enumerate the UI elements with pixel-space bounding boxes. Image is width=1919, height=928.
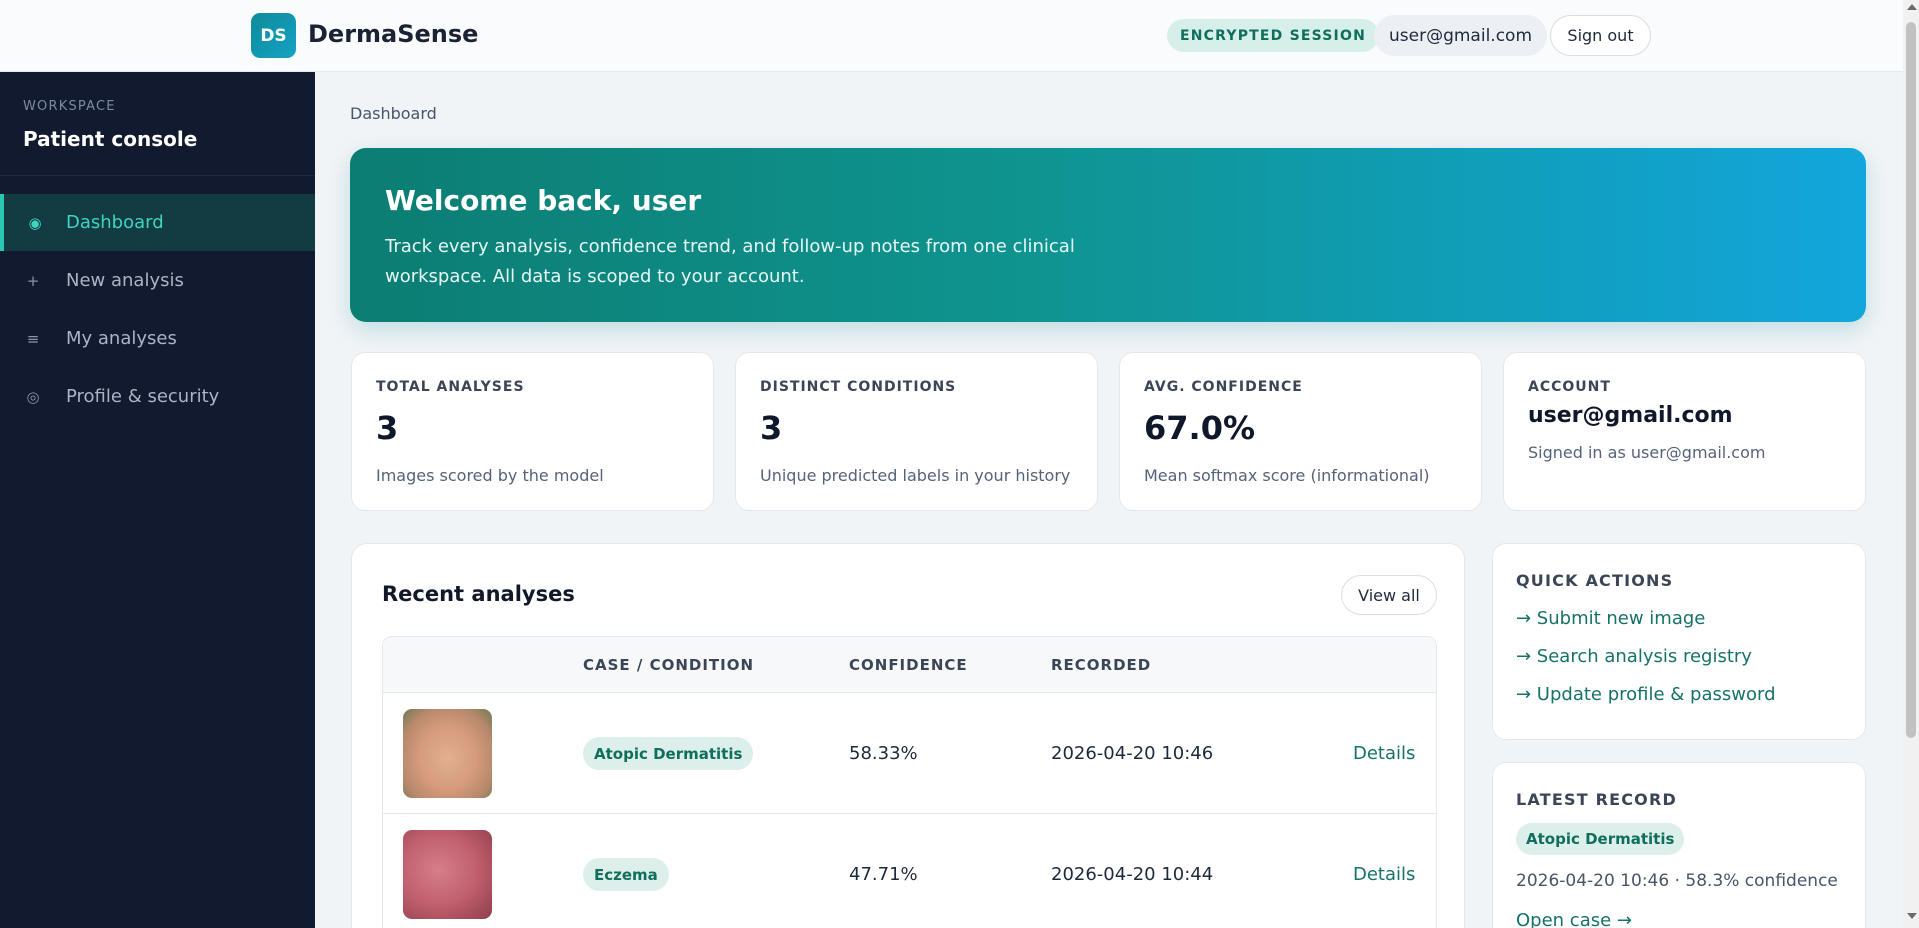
sidebar-divider <box>0 175 315 176</box>
condition-badge: Atopic Dermatitis <box>583 737 754 770</box>
recent-analyses-panel: Recent analyses View all CASE / CONDITIO… <box>351 543 1465 928</box>
sidebar-item-my-analyses[interactable]: ≡ My analyses <box>0 310 315 367</box>
profile-icon: ◎ <box>26 387 40 406</box>
sign-out-button[interactable]: Sign out <box>1550 15 1651 56</box>
encrypted-session-badge: ENCRYPTED SESSION <box>1167 19 1379 52</box>
search-registry-link[interactable]: → Search analysis registry <box>1516 646 1752 667</box>
brand-name: DermaSense <box>308 20 479 48</box>
confidence-value: 47.71% <box>849 864 918 885</box>
column-header-confidence: CONFIDENCE <box>849 656 968 674</box>
logo-badge: DS <box>251 13 296 58</box>
stat-label: DISTINCT CONDITIONS <box>760 379 957 395</box>
stat-card-distinct-conditions: DISTINCT CONDITIONS 3 Unique predicted l… <box>735 352 1098 511</box>
dashboard-icon: ◉ <box>28 213 42 232</box>
top-bar: DS DermaSense ENCRYPTED SESSION user@gma… <box>0 0 1903 72</box>
table-row: Atopic Dermatitis 58.33% 2026-04-20 10:4… <box>383 693 1436 814</box>
stat-label: TOTAL ANALYSES <box>376 379 525 395</box>
stat-card-avg-confidence: AVG. CONFIDENCE 67.0% Mean softmax score… <box>1119 352 1482 511</box>
column-header-condition: CASE / CONDITION <box>583 656 755 674</box>
stat-value: 3 <box>376 409 399 447</box>
stat-subtext: Unique predicted labels in your history <box>760 466 1071 485</box>
confidence-value: 58.33% <box>849 743 918 764</box>
recorded-timestamp: 2026-04-20 10:44 <box>1051 864 1214 885</box>
scroll-down-arrow-icon[interactable] <box>1907 913 1917 919</box>
latest-record-title: LATEST RECORD <box>1516 790 1677 809</box>
condition-badge: Atopic Dermatitis <box>1516 823 1685 855</box>
table-row: Eczema 47.71% 2026-04-20 10:44 Details <box>383 814 1436 928</box>
stat-value: 3 <box>760 409 783 447</box>
stat-subtext: Mean softmax score (informational) <box>1144 466 1430 485</box>
account-email: user@gmail.com <box>1528 403 1733 428</box>
stat-label: AVG. CONFIDENCE <box>1144 379 1303 395</box>
list-icon: ≡ <box>26 329 40 348</box>
view-all-button[interactable]: View all <box>1341 575 1437 615</box>
sidebar-item-label: Profile & security <box>66 386 220 407</box>
page-scrollbar[interactable] <box>1903 0 1919 928</box>
welcome-title: Welcome back, user <box>385 184 702 217</box>
sidebar-item-label: My analyses <box>66 328 177 349</box>
scroll-up-arrow-icon[interactable] <box>1907 4 1917 10</box>
stat-card-account: ACCOUNT user@gmail.com Signed in as user… <box>1503 352 1866 511</box>
workspace-title: Patient console <box>23 127 198 151</box>
details-link[interactable]: Details <box>1353 864 1415 885</box>
lesion-thumbnail[interactable] <box>403 830 492 919</box>
user-email-pill: user@gmail.com <box>1374 15 1548 56</box>
panel-title: Recent analyses <box>382 582 575 606</box>
sidebar-item-label: Dashboard <box>66 212 164 233</box>
welcome-text: Track every analysis, confidence trend, … <box>385 236 1075 287</box>
breadcrumb: Dashboard <box>350 104 437 123</box>
workspace-label: WORKSPACE <box>23 99 116 114</box>
stat-card-total-analyses: TOTAL ANALYSES 3 Images scored by the mo… <box>351 352 714 511</box>
table-header: CASE / CONDITION CONFIDENCE RECORDED <box>383 637 1436 693</box>
latest-record-card: LATEST RECORD Atopic Dermatitis 2026-04-… <box>1492 762 1866 928</box>
scroll-thumb[interactable] <box>1906 22 1916 738</box>
submit-new-image-link[interactable]: → Submit new image <box>1516 608 1705 629</box>
plus-icon: + <box>26 271 40 290</box>
quick-actions-title: QUICK ACTIONS <box>1516 571 1674 590</box>
welcome-banner: Welcome back, user Track every analysis,… <box>350 148 1866 322</box>
quick-actions-card: QUICK ACTIONS → Submit new image → Searc… <box>1492 543 1866 740</box>
analyses-table: CASE / CONDITION CONFIDENCE RECORDED Ato… <box>382 636 1437 928</box>
column-header-recorded: RECORDED <box>1051 656 1152 674</box>
sidebar-item-dashboard[interactable]: ◉ Dashboard <box>0 194 315 251</box>
stat-value: 67.0% <box>1144 409 1256 447</box>
update-profile-link[interactable]: → Update profile & password <box>1516 684 1776 705</box>
recorded-timestamp: 2026-04-20 10:46 <box>1051 743 1214 764</box>
stat-subtext: Signed in as user@gmail.com <box>1528 443 1766 462</box>
sidebar-item-profile-security[interactable]: ◎ Profile & security <box>0 368 315 425</box>
details-link[interactable]: Details <box>1353 743 1415 764</box>
sidebar-item-label: New analysis <box>66 270 184 291</box>
stat-subtext: Images scored by the model <box>376 466 604 485</box>
latest-record-meta: 2026-04-20 10:46 · 58.3% confidence <box>1516 871 1838 891</box>
lesion-thumbnail[interactable] <box>403 709 492 798</box>
sidebar-item-new-analysis[interactable]: + New analysis <box>0 252 315 309</box>
condition-badge: Eczema <box>583 858 669 891</box>
stat-label: ACCOUNT <box>1528 379 1611 395</box>
sidebar: WORKSPACE Patient console ◉ Dashboard + … <box>0 72 315 928</box>
open-case-link[interactable]: Open case → <box>1516 910 1632 928</box>
